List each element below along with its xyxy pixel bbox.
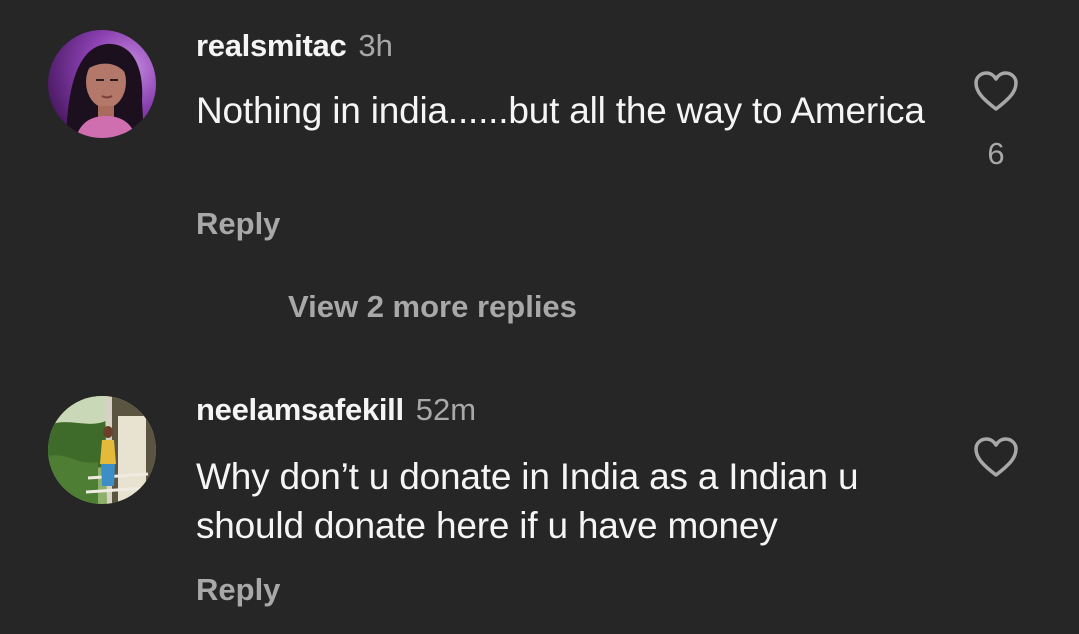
timestamp: 52m (415, 392, 477, 427)
view-more-replies-button[interactable]: View 2 more replies (288, 289, 577, 325)
reply-button[interactable]: Reply (196, 572, 280, 608)
avatar-image (48, 396, 156, 504)
heart-outline-icon (974, 437, 1018, 477)
comment-text: Nothing in india......but all the way to… (196, 90, 925, 131)
reply-button[interactable]: Reply (196, 206, 280, 242)
heart-outline-icon (974, 71, 1018, 111)
like-count: 6 (987, 136, 1005, 171)
comment-header: realsmitac 3h (196, 28, 393, 64)
avatar[interactable] (48, 396, 156, 504)
comment-item: realsmitac 3h Nothing in india......but a… (0, 0, 1079, 260)
avatar-image (48, 30, 156, 138)
comment-item: neelamsafekill 52m Why don’t u donate in … (0, 380, 1079, 634)
comment-text: Why don’t u donate in India as a Indian … (196, 456, 859, 546)
like-button[interactable] (973, 436, 1019, 478)
username[interactable]: neelamsafekill (196, 392, 404, 427)
timestamp: 3h (358, 28, 393, 63)
username[interactable]: realsmitac (196, 28, 347, 63)
avatar[interactable] (48, 30, 156, 138)
like-button[interactable] (973, 70, 1019, 112)
comment-header: neelamsafekill 52m (196, 392, 476, 428)
